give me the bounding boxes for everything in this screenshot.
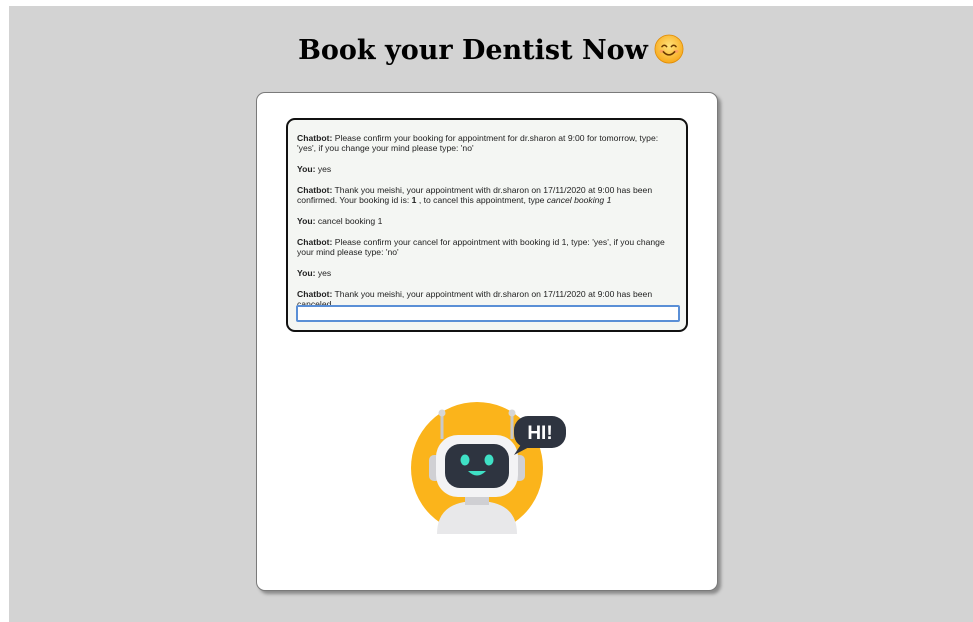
message-text: yes [315, 268, 332, 278]
chatbot-robot-icon: HI! [411, 402, 566, 534]
message-text: Please confirm your booking for appointm… [297, 133, 659, 153]
message-speaker: Chatbot: [297, 133, 333, 143]
cancel-command: cancel booking 1 [546, 195, 612, 205]
page-title: Book your Dentist Now [9, 34, 973, 68]
message-speaker: You: [297, 164, 316, 174]
chat-window: Chatbot: Please confirm your booking for… [286, 118, 688, 332]
smiling-face-icon [654, 34, 684, 64]
page-background: Book your Dentist Now Chatbot: Please co… [9, 6, 973, 622]
chat-input[interactable] [296, 305, 680, 322]
chat-message: You: yes [297, 268, 677, 278]
message-speaker: Chatbot: [297, 185, 333, 195]
chat-message: Chatbot: Please confirm your booking for… [297, 133, 677, 153]
chat-message: Chatbot: Please confirm your cancel for … [297, 237, 677, 257]
message-text: yes [315, 164, 332, 174]
message-speaker: Chatbot: [297, 237, 333, 247]
message-speaker: Chatbot: [297, 289, 333, 299]
booking-card: Chatbot: Please confirm your booking for… [256, 92, 718, 591]
chat-message: You: yes [297, 164, 677, 174]
message-speaker: You: [297, 268, 316, 278]
message-text: , to cancel this appointment, type [416, 195, 547, 205]
bubble-text: HI! [527, 423, 552, 444]
message-speaker: You: [297, 216, 316, 226]
message-text: cancel booking 1 [315, 216, 383, 226]
chat-message: You: cancel booking 1 [297, 216, 677, 226]
message-text: Please confirm your cancel for appointme… [297, 237, 665, 257]
chat-message: Chatbot: Thank you meishi, your appointm… [297, 185, 677, 205]
page-title-text: Book your Dentist Now [298, 35, 648, 66]
